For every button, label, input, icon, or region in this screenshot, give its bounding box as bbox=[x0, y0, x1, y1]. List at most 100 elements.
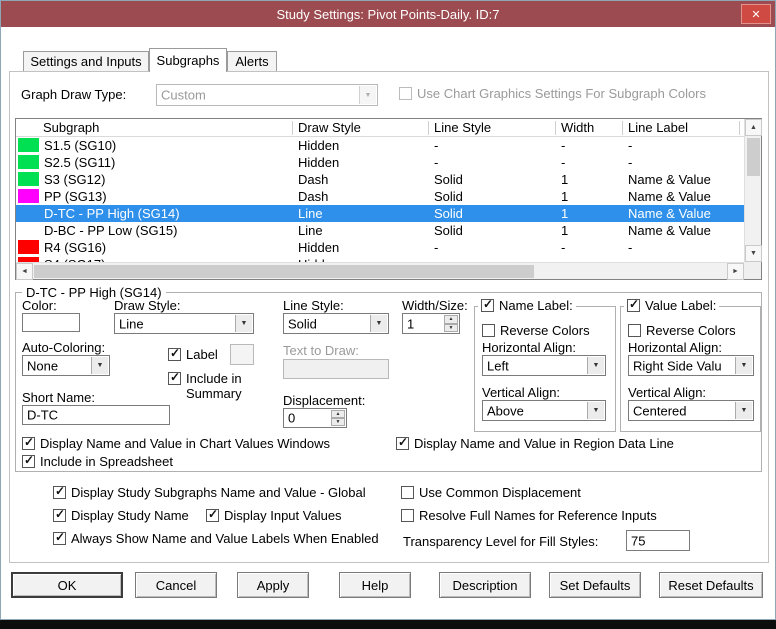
chart-values-checkbox-row[interactable]: Display Name and Value in Chart Values W… bbox=[22, 436, 330, 451]
horizontal-scrollbar-thumb[interactable] bbox=[34, 265, 534, 278]
table-row-selected[interactable]: D-TC - PP High (SG14) Line Solid 1 Name … bbox=[16, 205, 744, 222]
label-checkbox-row[interactable]: Label bbox=[168, 347, 218, 362]
common-displacement-checkbox-row[interactable]: Use Common Displacement bbox=[401, 485, 581, 500]
spreadsheet-checkbox-row[interactable]: Include in Spreadsheet bbox=[22, 454, 173, 469]
dropdown-arrow-icon[interactable]: ▼ bbox=[587, 402, 604, 419]
dropdown-arrow-icon[interactable]: ▼ bbox=[91, 357, 108, 374]
description-button[interactable]: Description bbox=[439, 572, 531, 598]
value-label-checkbox[interactable] bbox=[627, 299, 640, 312]
common-displacement-label: Use Common Displacement bbox=[419, 485, 581, 500]
use-chart-graphics-checkbox bbox=[399, 87, 412, 100]
transparency-input[interactable]: 75 bbox=[626, 530, 690, 551]
displacement-label: Displacement: bbox=[283, 393, 365, 408]
draw-style-select[interactable]: Line ▼ bbox=[114, 313, 254, 334]
global-checkbox-row[interactable]: Display Study Subgraphs Name and Value -… bbox=[53, 485, 366, 500]
subgraph-color-swatch[interactable] bbox=[18, 240, 39, 254]
value-label-checkbox-row[interactable]: Value Label: bbox=[624, 298, 719, 313]
resolve-checkbox[interactable] bbox=[401, 509, 414, 522]
dropdown-arrow-icon[interactable]: ▼ bbox=[735, 357, 752, 374]
color-picker-box[interactable] bbox=[22, 313, 80, 332]
region-data-checkbox[interactable] bbox=[396, 437, 409, 450]
table-row[interactable]: S1.5 (SG10) Hidden - - - bbox=[16, 137, 744, 154]
subgraph-color-swatch[interactable] bbox=[18, 155, 39, 169]
scroll-left-icon[interactable]: ◄ bbox=[16, 263, 33, 280]
global-checkbox[interactable] bbox=[53, 486, 66, 499]
close-icon: ✕ bbox=[751, 8, 760, 21]
dropdown-arrow-icon[interactable]: ▼ bbox=[235, 315, 252, 332]
apply-button[interactable]: Apply bbox=[237, 572, 309, 598]
reset-defaults-button[interactable]: Reset Defaults bbox=[659, 572, 763, 598]
label-color-box[interactable] bbox=[230, 344, 254, 365]
cell-line-style: - bbox=[434, 137, 438, 154]
tab-alerts[interactable]: Alerts bbox=[227, 51, 277, 71]
auto-coloring-select[interactable]: None ▼ bbox=[22, 355, 110, 376]
study-name-checkbox[interactable] bbox=[53, 509, 66, 522]
subgraph-color-swatch[interactable] bbox=[18, 138, 39, 152]
include-in-summary-checkbox-row[interactable]: Include in Summary bbox=[168, 371, 268, 401]
ok-button[interactable]: OK bbox=[11, 572, 123, 598]
name-reverse-colors-checkbox-row[interactable]: Reverse Colors bbox=[482, 323, 590, 338]
width-size-spinner[interactable]: 1 ▲ ▼ bbox=[402, 313, 460, 334]
short-name-label: Short Name: bbox=[22, 390, 95, 405]
close-button[interactable]: ✕ bbox=[741, 4, 771, 24]
scroll-up-icon[interactable]: ▲ bbox=[745, 119, 762, 136]
dropdown-arrow-icon[interactable]: ▼ bbox=[587, 357, 604, 374]
value-vertical-align-select[interactable]: Centered ▼ bbox=[628, 400, 754, 421]
subgraph-color-swatch[interactable] bbox=[18, 223, 39, 237]
value-horizontal-align-select[interactable]: Right Side Valu ▼ bbox=[628, 355, 754, 376]
column-header-subgraph[interactable]: Subgraph bbox=[43, 120, 99, 136]
spreadsheet-checkbox[interactable] bbox=[22, 455, 35, 468]
always-show-checkbox-row[interactable]: Always Show Name and Value Labels When E… bbox=[53, 531, 379, 546]
value-reverse-colors-checkbox[interactable] bbox=[628, 324, 641, 337]
subgraph-color-swatch[interactable] bbox=[18, 172, 39, 186]
line-style-select[interactable]: Solid ▼ bbox=[283, 313, 389, 334]
input-values-checkbox-row[interactable]: Display Input Values bbox=[206, 508, 342, 523]
vertical-scrollbar[interactable]: ▲ ▼ bbox=[744, 119, 761, 262]
spin-up-icon[interactable]: ▲ bbox=[331, 410, 345, 418]
help-button[interactable]: Help bbox=[339, 572, 411, 598]
tab-label: Settings and Inputs bbox=[30, 54, 141, 71]
scroll-down-icon[interactable]: ▼ bbox=[745, 245, 762, 262]
column-header-line-label[interactable]: Line Label bbox=[628, 120, 688, 136]
short-name-input[interactable]: D-TC bbox=[22, 405, 170, 425]
column-header-draw-style[interactable]: Draw Style bbox=[298, 120, 361, 136]
column-header-line-style[interactable]: Line Style bbox=[434, 120, 491, 136]
region-data-checkbox-row[interactable]: Display Name and Value in Region Data Li… bbox=[396, 436, 674, 451]
cancel-button[interactable]: Cancel bbox=[135, 572, 217, 598]
table-row[interactable]: R4 (SG16) Hidden - - - bbox=[16, 239, 744, 256]
table-row[interactable]: D-BC - PP Low (SG15) Line Solid 1 Name &… bbox=[16, 222, 744, 239]
vertical-scrollbar-thumb[interactable] bbox=[747, 138, 760, 176]
dropdown-arrow-icon[interactable]: ▼ bbox=[370, 315, 387, 332]
table-row[interactable]: S2.5 (SG11) Hidden - - - bbox=[16, 154, 744, 171]
include-in-summary-checkbox[interactable] bbox=[168, 372, 181, 385]
resolve-checkbox-row[interactable]: Resolve Full Names for Reference Inputs bbox=[401, 508, 657, 523]
displacement-spinner[interactable]: 0 ▲ ▼ bbox=[283, 408, 347, 428]
name-vertical-align-select[interactable]: Above ▼ bbox=[482, 400, 606, 421]
scroll-right-icon[interactable]: ► bbox=[727, 263, 744, 280]
column-header-width[interactable]: Width bbox=[561, 120, 594, 136]
name-label-checkbox[interactable] bbox=[481, 299, 494, 312]
table-row[interactable]: PP (SG13) Dash Solid 1 Name & Value bbox=[16, 188, 744, 205]
set-defaults-button[interactable]: Set Defaults bbox=[549, 572, 641, 598]
tab-subgraphs[interactable]: Subgraphs bbox=[149, 48, 227, 72]
dropdown-arrow-icon: ▼ bbox=[359, 86, 376, 104]
common-displacement-checkbox[interactable] bbox=[401, 486, 414, 499]
name-reverse-colors-checkbox[interactable] bbox=[482, 324, 495, 337]
table-row[interactable]: S3 (SG12) Dash Solid 1 Name & Value bbox=[16, 171, 744, 188]
horizontal-scrollbar[interactable]: ◄ ► bbox=[16, 262, 744, 279]
name-horizontal-align-select[interactable]: Left ▼ bbox=[482, 355, 606, 376]
study-name-checkbox-row[interactable]: Display Study Name bbox=[53, 508, 189, 523]
name-label-checkbox-row[interactable]: Name Label: bbox=[478, 298, 576, 313]
chart-values-checkbox[interactable] bbox=[22, 437, 35, 450]
value-reverse-colors-checkbox-row[interactable]: Reverse Colors bbox=[628, 323, 736, 338]
input-values-checkbox[interactable] bbox=[206, 509, 219, 522]
value-horizontal-align-value: Right Side Valu bbox=[633, 358, 733, 373]
subgraph-color-swatch[interactable] bbox=[18, 189, 39, 203]
always-show-checkbox[interactable] bbox=[53, 532, 66, 545]
spin-up-icon[interactable]: ▲ bbox=[444, 315, 458, 324]
spin-down-icon[interactable]: ▼ bbox=[444, 324, 458, 333]
dropdown-arrow-icon[interactable]: ▼ bbox=[735, 402, 752, 419]
label-checkbox[interactable] bbox=[168, 348, 181, 361]
spin-down-icon[interactable]: ▼ bbox=[331, 418, 345, 426]
tab-settings-and-inputs[interactable]: Settings and Inputs bbox=[23, 51, 149, 71]
